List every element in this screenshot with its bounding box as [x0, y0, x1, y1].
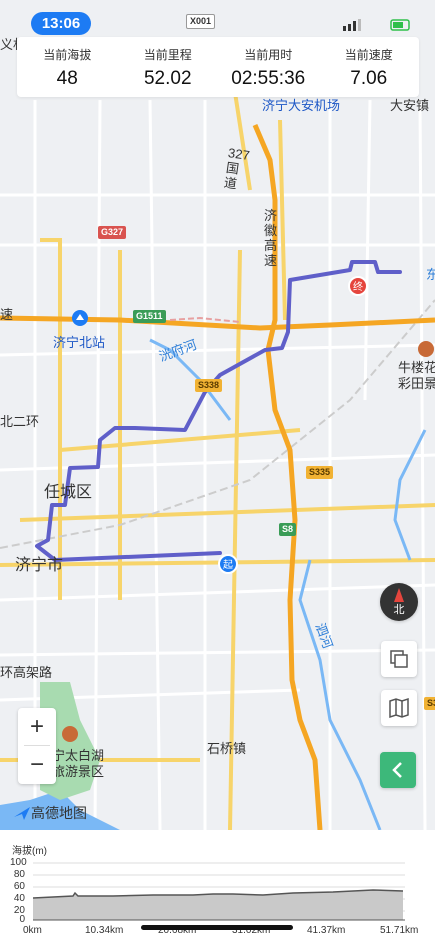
layers-button[interactable] [381, 641, 417, 677]
amap-logo: 高德地图 [13, 803, 87, 823]
x-tick: 10.34km [85, 925, 124, 936]
road-badge-x001: X001 [186, 14, 216, 29]
place-label-jining: 济宁市 [15, 557, 64, 574]
y-tick: 100 [10, 857, 27, 868]
road-label-su: 速 [0, 307, 14, 322]
map-view[interactable]: 起 终 济宁大安机场 大安镇 义村 X001 327国道 济徽高速 济宁北站 洸… [0, 0, 435, 831]
signal-icon [343, 26, 346, 31]
road-label-beierhuan: 北二环 [0, 414, 40, 429]
place-label-taibaihu: 宁太白湖旅游景区 [52, 748, 105, 779]
place-label-shiqiao: 石桥镇 [207, 741, 247, 756]
start-marker-label: 起 [223, 559, 233, 571]
road-badge-s3: S3 [424, 697, 435, 710]
station-label-jining-north: 济宁北站 [53, 335, 106, 350]
zoom-out-button[interactable]: − [18, 746, 56, 783]
status-icons [343, 18, 413, 32]
stat-value: 7.06 [350, 68, 388, 89]
stat-value: 48 [56, 68, 78, 89]
road-badge-s8: S8 [279, 523, 297, 536]
home-indicator[interactable] [141, 925, 293, 930]
stat-altitude: 当前海拔 48 [17, 37, 118, 97]
scenic-icon [62, 726, 78, 742]
road-badge-s335: S335 [306, 466, 334, 479]
status-time: 13:06 [31, 12, 91, 35]
place-label-e: 东 [426, 267, 435, 282]
map-canvas[interactable]: 起 终 [0, 0, 435, 831]
map-mode-button[interactable] [381, 690, 417, 726]
road-badge-g1511: G1511 [133, 310, 166, 323]
zoom-control: + − [18, 708, 56, 784]
place-label-rencheng: 任城区 [44, 484, 93, 501]
stat-label: 当前速度 [344, 48, 393, 62]
y-tick: 60 [13, 881, 25, 892]
road-badge-g327: G327 [98, 226, 127, 239]
x-tick: 41.37km [307, 925, 346, 936]
airport-label: 济宁大安机场 [262, 98, 341, 113]
stat-duration: 当前用时 02:55:36 [218, 37, 319, 97]
stat-speed: 当前速度 7.06 [319, 37, 420, 97]
y-tick: 80 [13, 869, 25, 880]
place-label-niulou: 牛楼花彩田景 [398, 360, 435, 391]
end-marker-label: 终 [353, 280, 363, 293]
x-tick: 0km [23, 925, 42, 936]
amap-logo-icon [14, 807, 30, 820]
map-fold-icon [389, 697, 409, 719]
stat-value: 02:55:36 [231, 68, 306, 89]
compass-icon: 北 [394, 588, 405, 616]
elevation-title: 海拔(m) [12, 846, 47, 857]
collapse-button[interactable] [380, 752, 416, 788]
chevron-left-icon [392, 762, 402, 778]
road-label-huangao: 环高架路 [0, 665, 53, 680]
y-tick: 0 [19, 914, 25, 925]
stat-label: 当前里程 [143, 48, 192, 62]
elevation-chart [33, 862, 405, 921]
stat-value: 52.02 [143, 68, 192, 89]
compass-button[interactable]: 北 [380, 583, 418, 621]
stats-card: 当前海拔 48 当前里程 52.02 当前用时 02:55:36 当前速度 7.… [17, 37, 419, 97]
stat-label: 当前用时 [244, 48, 293, 62]
layers-icon [390, 650, 408, 668]
zoom-in-button[interactable]: + [18, 708, 56, 745]
x-tick: 51.71km [380, 925, 419, 936]
road-label-jiwei: 济徽高速 [264, 208, 278, 268]
svg-text:北: 北 [394, 603, 405, 616]
scenic-icon [418, 341, 434, 357]
road-badge-s338: S338 [195, 379, 223, 392]
stat-distance: 当前里程 52.02 [118, 37, 219, 97]
place-label-daan: 大安镇 [390, 98, 430, 113]
y-tick: 40 [13, 893, 25, 904]
logo-text: 高德地图 [31, 805, 87, 821]
stat-label: 当前海拔 [43, 48, 92, 62]
